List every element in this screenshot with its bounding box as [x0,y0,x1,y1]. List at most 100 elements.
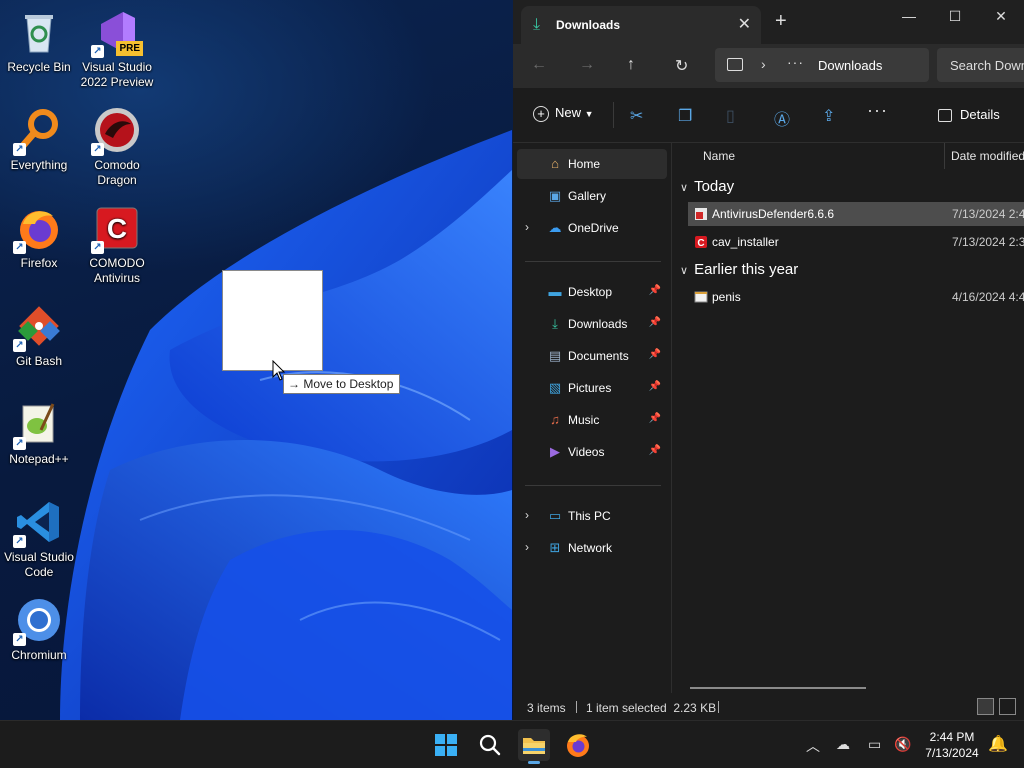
desktop-icon-vscode[interactable]: ↗ Visual Studio Code [0,492,78,580]
everything-icon: ↗ [13,106,63,156]
shortcut-arrow-icon: ↗ [13,535,26,548]
onedrive-offline-icon[interactable]: ☁ [836,736,850,753]
more-options-icon[interactable]: ··· [867,100,888,121]
group-header-earlier-this-year[interactable]: ∨ Earlier this year [680,261,798,278]
taskbar-firefox[interactable] [562,729,594,761]
chevron-right-icon[interactable]: › [525,540,529,554]
address-bar[interactable]: › ··· Downloads [715,48,929,82]
visual-studio-preview-icon: PRE ↗ [91,8,143,58]
file-date: 4/16/2024 4:4 [952,290,1024,304]
drag-tooltip-text: Move to Desktop [303,377,394,391]
arrow-right-icon: → [288,377,300,391]
paste-icon[interactable]: ▯ [726,106,735,126]
show-hidden-icons-chevron-icon[interactable]: ︿ [806,736,820,756]
back-arrow-icon[interactable]: ← [531,56,547,74]
network-icon[interactable]: ▭ [868,736,881,753]
nav-item-music[interactable]: ♫ Music 📌 [517,405,667,435]
status-item-count: 3 items [527,701,566,715]
cut-icon[interactable]: ✂ [630,106,643,126]
nav-label: Videos [568,445,605,459]
nav-item-gallery[interactable]: ▣ Gallery [517,181,667,211]
group-header-today[interactable]: ∨ Today [680,178,734,195]
shortcut-arrow-icon: ↗ [91,45,104,58]
details-view-button[interactable] [977,698,994,715]
column-header-name[interactable]: Name [703,149,735,163]
start-button[interactable] [430,729,462,761]
search-input[interactable]: Search Downloads [937,48,1024,82]
copy-icon[interactable]: ❐ [678,106,692,126]
nav-divider [525,485,661,486]
shortcut-arrow-icon: ↗ [13,143,26,156]
desktop-icon-comodo-dragon[interactable]: ↗ Comodo Dragon [78,100,156,188]
desktop-icon-chromium[interactable]: ↗ Chromium [0,590,78,663]
nav-item-documents[interactable]: ▤ Documents 📌 [517,341,667,371]
download-arrow-icon: ⤓ [552,316,558,331]
firefox-icon [567,734,589,757]
nav-item-pictures[interactable]: ▧ Pictures 📌 [517,373,667,403]
column-separator[interactable] [944,143,945,169]
taskbar: ︿ ☁ ▭ 🔇 2:44 PM 7/13/2024 🔔 [0,720,1024,768]
plus-icon: + [533,105,549,122]
active-indicator [528,761,540,764]
nav-item-home[interactable]: ⌂ Home [517,149,667,179]
nav-item-network[interactable]: › ⊞ Network [517,533,667,563]
new-button[interactable]: + New ▼ [533,105,594,122]
details-button[interactable]: Details [938,107,1000,123]
nav-item-this-pc[interactable]: › ▭ This PC [517,501,667,531]
forward-arrow-icon[interactable]: → [579,56,595,74]
chevron-right-icon[interactable]: › [525,508,529,522]
minimize-button[interactable]: — [886,0,932,32]
desktop-icon-notepad-plus-plus[interactable]: ↗ Notepad++ [0,394,78,467]
svg-text:C: C [107,213,127,244]
nav-item-desktop[interactable]: ▬ Desktop 📌 [517,277,667,307]
desktop-icon-firefox[interactable]: ↗ Firefox [0,198,78,271]
nav-item-onedrive[interactable]: › ☁ OneDrive [517,213,667,243]
nav-label: Downloads [568,317,628,331]
desktop-icon-recycle-bin[interactable]: Recycle Bin [0,2,78,75]
file-name: cav_installer [712,235,779,249]
file-row[interactable]: penis 4/16/2024 4:4 [688,285,1024,309]
desktop-icon-comodo-antivirus[interactable]: C ↗ COMODO Antivirus [78,198,156,286]
tiles-view-button[interactable] [999,698,1016,715]
comodo-installer-icon: C [695,236,707,249]
nav-item-videos[interactable]: ▶ Videos 📌 [517,437,667,467]
chevron-right-icon[interactable]: › [525,220,529,234]
nav-item-downloads[interactable]: ⤓ Downloads 📌 [517,309,667,339]
desktop-icon-label: Comodo Dragon [94,158,140,187]
desktop-icon-git-bash[interactable]: ↗ Git Bash [0,296,78,369]
tab-downloads[interactable]: ⤓ Downloads ✕ [521,6,761,44]
more-horizontal-icon[interactable]: ··· [787,54,804,70]
tab-close-icon[interactable]: ✕ [738,14,751,34]
status-bar: 3 items 1 item selected 2.23 KB [513,693,1024,720]
rename-icon[interactable]: Ⓐ [774,106,790,130]
refresh-icon[interactable]: ↻ [675,56,688,76]
desktop-icon-label: Visual Studio Code [4,550,74,579]
notification-bell-icon[interactable]: 🔔 [988,734,1008,754]
search-placeholder: Search Downloads [950,58,1024,73]
up-arrow-icon[interactable]: ↑ [627,56,635,74]
new-tab-button[interactable]: + [775,11,787,31]
file-row[interactable]: C cav_installer 7/13/2024 2:3 [688,230,1024,254]
search-button[interactable] [474,729,506,761]
file-explorer-window: ⤓ Downloads ✕ + — ☐ ✕ ← → ↑ ↻ › ··· Down… [513,0,1024,720]
address-location[interactable]: Downloads [818,58,882,73]
vscode-icon: ↗ [13,498,63,548]
desktop-icon-everything[interactable]: ↗ Everything [0,100,78,173]
share-icon[interactable]: ⇪ [822,106,835,126]
git-bash-icon: ↗ [13,302,63,352]
desktop-icon-visual-studio-preview[interactable]: PRE ↗ Visual Studio 2022 Preview [78,2,156,90]
close-button[interactable]: ✕ [978,0,1024,32]
chromium-icon: ↗ [13,596,63,646]
nav-label: OneDrive [568,221,619,235]
gallery-icon: ▣ [548,188,562,203]
column-header-date-modified[interactable]: Date modified [951,149,1024,163]
clock[interactable]: 2:44 PM 7/13/2024 [920,729,984,761]
chevron-right-icon[interactable]: › [761,56,766,72]
taskbar-file-explorer[interactable] [518,729,550,764]
maximize-button[interactable]: ☐ [932,0,978,32]
svg-text:C: C [697,238,704,249]
clock-date: 7/13/2024 [925,746,979,760]
file-row[interactable]: AntivirusDefender6.6.6 7/13/2024 2:4 [688,202,1024,226]
volume-muted-icon[interactable]: 🔇 [894,736,911,753]
horizontal-scrollbar[interactable] [690,687,866,689]
